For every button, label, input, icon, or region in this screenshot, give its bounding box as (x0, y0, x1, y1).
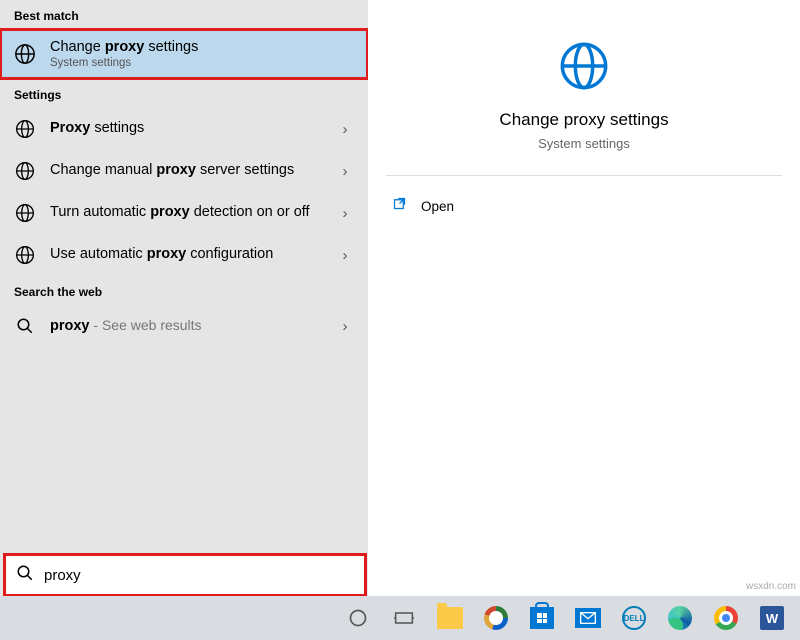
search-results-panel: Best match Change proxy settings System … (0, 0, 368, 596)
word-button[interactable]: W (750, 598, 794, 638)
section-best-match: Best match (0, 0, 368, 29)
globe-icon (14, 244, 36, 266)
settings-item-label: Proxy settings (50, 119, 322, 139)
search-bar[interactable] (4, 554, 366, 596)
web-result-item[interactable]: proxy - See web results › (0, 305, 368, 347)
open-action[interactable]: Open (368, 186, 800, 226)
edge-button[interactable] (658, 598, 702, 638)
best-match-title: Change proxy settings (50, 39, 198, 55)
settings-item-auto-config[interactable]: Use automatic proxy configuration › (0, 234, 368, 276)
globe-icon (14, 202, 36, 224)
mail-button[interactable] (566, 598, 610, 638)
web-result-label: proxy - See web results (50, 316, 322, 337)
open-label: Open (421, 199, 454, 214)
open-icon (392, 196, 407, 216)
chrome-button[interactable] (704, 598, 748, 638)
store-button[interactable] (520, 598, 564, 638)
best-match-item[interactable]: Change proxy settings System settings (0, 29, 368, 79)
taskbar: DELL W (0, 596, 800, 640)
settings-item-label: Use automatic proxy configuration (50, 245, 322, 265)
globe-icon (558, 40, 610, 92)
settings-item-auto-detect[interactable]: Turn automatic proxy detection on or off… (0, 192, 368, 234)
globe-icon (14, 43, 36, 65)
chevron-right-icon[interactable]: › (336, 318, 354, 335)
chevron-right-icon[interactable]: › (336, 205, 354, 222)
settings-item-label: Turn automatic proxy detection on or off (50, 203, 322, 223)
settings-item-manual-proxy[interactable]: Change manual proxy server settings › (0, 150, 368, 192)
section-search-web: Search the web (0, 276, 368, 305)
search-icon (16, 564, 34, 587)
edge-legacy-button[interactable] (474, 598, 518, 638)
task-view-button[interactable] (382, 598, 426, 638)
chevron-right-icon[interactable]: › (336, 163, 354, 180)
cortana-button[interactable] (336, 598, 380, 638)
search-input[interactable] (44, 567, 354, 584)
section-settings: Settings (0, 79, 368, 108)
settings-item-label: Change manual proxy server settings (50, 161, 322, 181)
globe-icon (14, 118, 36, 140)
preview-title: Change proxy settings (499, 110, 668, 130)
preview-subtitle: System settings (538, 136, 630, 151)
globe-icon (14, 160, 36, 182)
chevron-right-icon[interactable]: › (336, 247, 354, 264)
settings-item-proxy[interactable]: Proxy settings › (0, 108, 368, 150)
chevron-right-icon[interactable]: › (336, 121, 354, 138)
preview-panel: Change proxy settings System settings Op… (368, 0, 800, 596)
divider (386, 175, 782, 176)
watermark: wsxdn.com (746, 581, 796, 592)
dell-button[interactable]: DELL (612, 598, 656, 638)
file-explorer-button[interactable] (428, 598, 472, 638)
search-icon (14, 315, 36, 337)
best-match-subtitle: System settings (50, 57, 198, 69)
